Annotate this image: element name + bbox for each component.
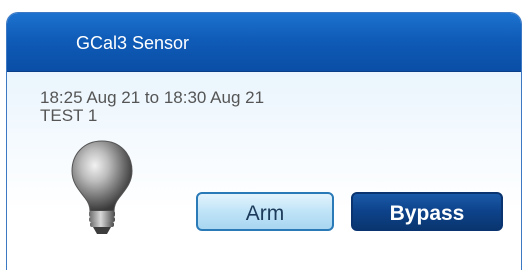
lightbulb-icon [71,140,133,234]
sensor-card-header: GCal3 Sensor [7,13,521,72]
sensor-card: GCal3 Sensor 18:25 Aug 21 to 18:30 Aug 2… [6,12,522,270]
sensor-name: TEST 1 [40,106,98,125]
bypass-button[interactable]: Bypass [351,192,503,231]
sensor-title: GCal3 Sensor [76,33,190,53]
arm-button[interactable]: Arm [196,192,334,231]
sensor-card-body: 18:25 Aug 21 to 18:30 Aug 21 TEST 1 Arm … [7,72,521,270]
schedule-date-range: 18:25 Aug 21 to 18:30 Aug 21 [40,88,265,107]
